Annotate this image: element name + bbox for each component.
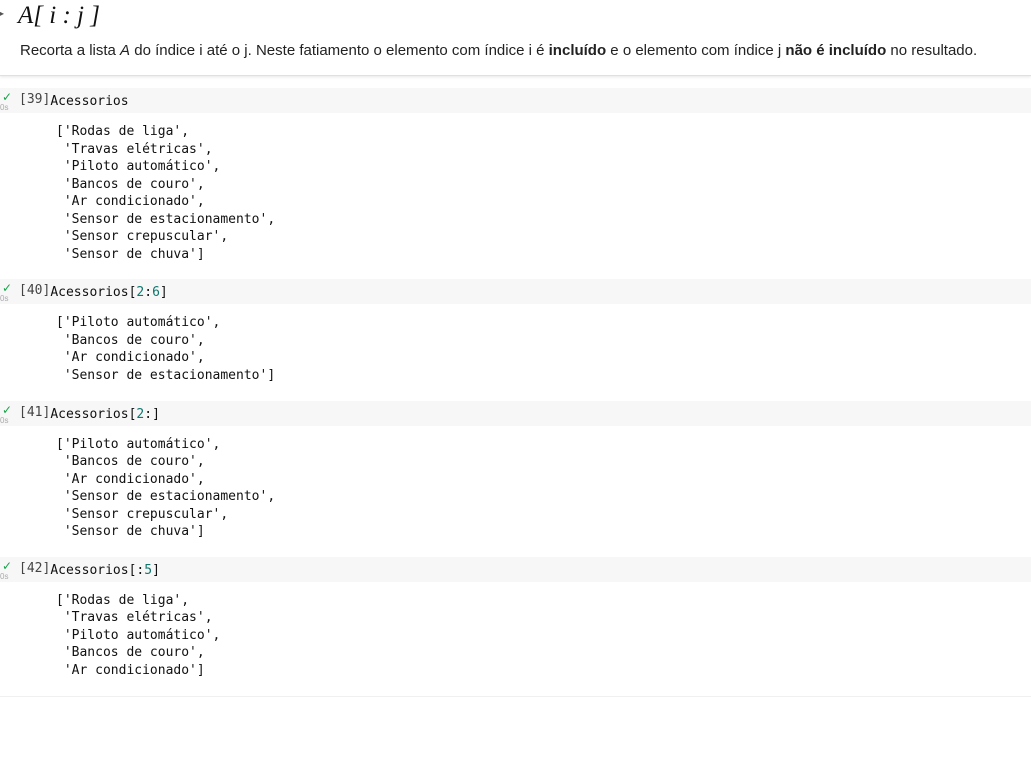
exec-time: 0s: [0, 103, 14, 112]
desc-bold: não é incluído: [785, 42, 886, 59]
cell-gutter: ✓0s: [0, 560, 14, 581]
cell-gutter: ✓0s: [0, 404, 14, 425]
code-cells-container: ✓0s[39] Acessorios['Rodas de liga', 'Tra…: [0, 88, 1031, 684]
cell-gutter: ✓0s: [0, 282, 14, 303]
exec-time: 0s: [0, 572, 14, 581]
cell-gutter: ✓0s: [0, 91, 14, 112]
success-check-icon: ✓: [0, 282, 14, 294]
cell-output: ['Piloto automático', 'Bancos de couro',…: [0, 426, 1031, 545]
exec-time: 0s: [0, 294, 14, 303]
markdown-cell[interactable]: ▸ A[ i : j ] Recorta a lista A do índice…: [0, 0, 1031, 76]
code-cell[interactable]: ✓0s[39] Acessorios['Rodas de liga', 'Tra…: [0, 88, 1031, 267]
desc-text: e o elemento com índice j: [606, 42, 785, 59]
desc-text: Recorta a lista: [20, 42, 120, 59]
success-check-icon: ✓: [0, 404, 14, 416]
cell-output: ['Rodas de liga', 'Travas elétricas', 'P…: [0, 582, 1031, 684]
code-text[interactable]: Acessorios[2:]: [50, 407, 160, 422]
success-check-icon: ✓: [0, 91, 14, 103]
desc-bold: incluído: [549, 42, 607, 59]
code-cell[interactable]: ✓0s[40] Acessorios[2:6]['Piloto automáti…: [0, 279, 1031, 388]
code-input-row[interactable]: [40] Acessorios[2:6]: [0, 279, 1031, 304]
exec-time: 0s: [0, 416, 14, 425]
code-text[interactable]: Acessorios: [50, 94, 128, 109]
success-check-icon: ✓: [0, 560, 14, 572]
desc-text: do índice i até o j. Neste fatiamento o …: [130, 42, 549, 59]
desc-text: no resultado.: [886, 42, 977, 59]
separator: [0, 696, 1031, 697]
collapse-caret-icon[interactable]: ▸: [0, 6, 4, 20]
code-cell[interactable]: ✓0s[41] Acessorios[2:]['Piloto automátic…: [0, 401, 1031, 545]
code-input-row[interactable]: [39] Acessorios: [0, 88, 1031, 113]
code-text[interactable]: Acessorios[2:6]: [50, 285, 167, 300]
cell-output: ['Piloto automático', 'Bancos de couro',…: [0, 304, 1031, 388]
code-input-row[interactable]: [41] Acessorios[2:]: [0, 401, 1031, 426]
code-input-row[interactable]: [42] Acessorios[:5]: [0, 557, 1031, 582]
section-description: Recorta a lista A do índice i até o j. N…: [20, 40, 1023, 61]
desc-var: A: [120, 42, 130, 59]
code-text[interactable]: Acessorios[:5]: [50, 563, 160, 578]
section-title: A[ i : j ]: [18, 0, 1031, 30]
code-cell[interactable]: ✓0s[42] Acessorios[:5]['Rodas de liga', …: [0, 557, 1031, 684]
cell-output: ['Rodas de liga', 'Travas elétricas', 'P…: [0, 113, 1031, 267]
